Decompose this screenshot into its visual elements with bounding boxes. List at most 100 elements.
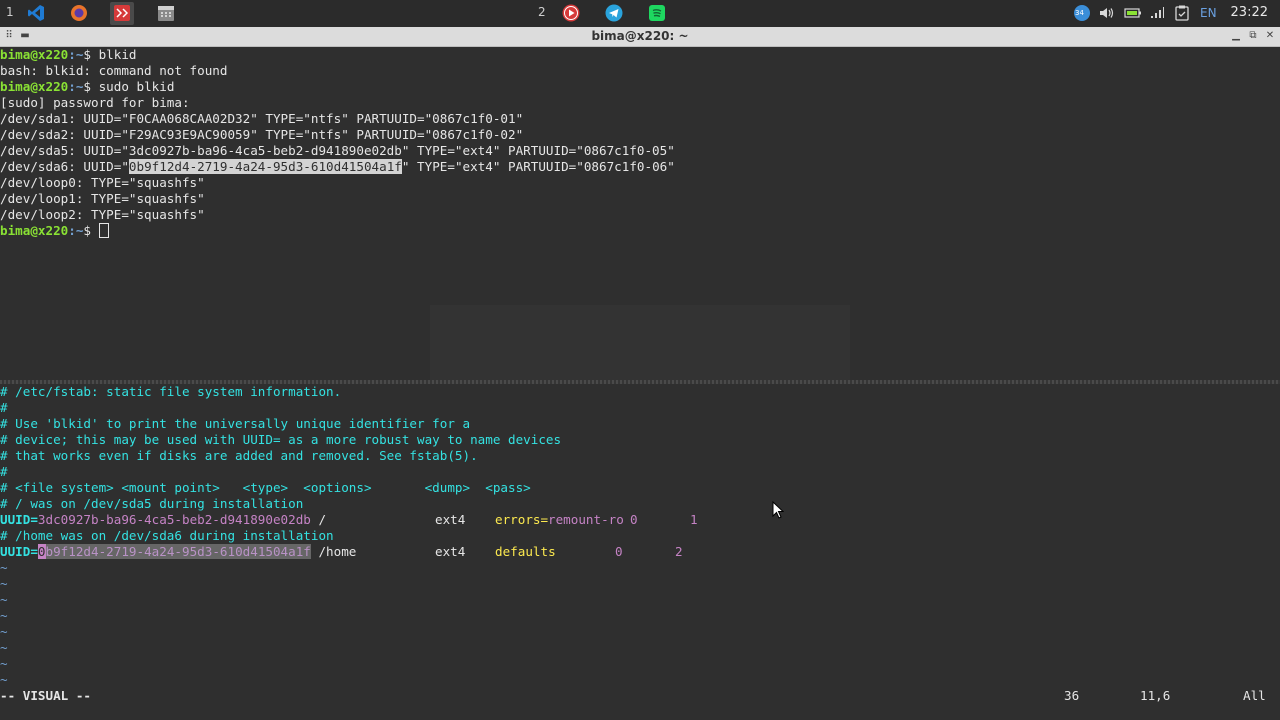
fstab-comment-line: # [0,400,8,415]
mouse-pointer-icon [772,501,784,519]
output-text: /dev/sda6: UUID=" [0,159,129,174]
fstab-comment-line: # device; this may be used with UUID= as… [0,432,562,447]
dump-value: 0 [615,544,623,559]
fs-type: ext4 [435,544,466,559]
workspace-1-label[interactable]: 1 [6,0,14,27]
firefox-icon [71,5,87,21]
terminal-app-launcher[interactable] [110,2,134,25]
terminal-command-line: bima@x220:~$ blkid [0,47,137,63]
dump-value: 0 [630,512,638,527]
update-badge-count: 34 [1075,9,1084,17]
terminal-output-line: /dev/sda2: UUID="F29AC93E9AC90059" TYPE=… [0,127,524,142]
update-notifier[interactable]: 34 [1072,4,1092,22]
terminal-output-line: /dev/sda1: UUID="F0CAA068CAA02D32" TYPE=… [0,111,524,126]
terminal-cursor [98,223,109,238]
fstab-comment-line: # /etc/fstab: static file system informa… [0,384,342,399]
selection-count: 36 [1064,688,1080,703]
terminal-pane[interactable]: bima@x220:~$ blkid bash: blkid: command n… [0,47,1280,380]
pass-value: 2 [675,544,683,559]
volume-control[interactable] [1098,4,1116,22]
empty-line-marker: ~ [0,576,8,591]
signal-icon [1151,7,1164,18]
workspace-2-label[interactable]: 2 [538,0,546,27]
battery-indicator[interactable] [1124,4,1142,22]
clipboard-icon [1175,5,1189,21]
fstab-comment-line: # Use 'blkid' to print the universally u… [0,416,471,431]
output-text: " TYPE="ext4" PARTUUID="0867c1f0-06" [401,159,675,174]
clipboard-indicator[interactable] [1174,4,1190,22]
spotify-icon [649,5,665,21]
terminal-output-line: /dev/loop2: TYPE="squashfs" [0,207,205,222]
fstab-comment-line: # [0,464,8,479]
empty-line-marker: ~ [0,592,8,607]
options-value: defaults [495,544,556,559]
vscode-launcher[interactable] [24,2,48,25]
vim-mode-indicator: -- VISUAL -- [0,688,91,703]
close-icon[interactable]: ✕ [1263,28,1277,44]
minimize-icon[interactable]: ▁ [1229,28,1243,44]
prompt-path: :~ [68,79,84,94]
prompt-path: :~ [68,47,84,62]
prompt-user: bima@x220 [0,223,69,238]
mount-point: /home [310,544,440,559]
empty-line-marker: ~ [0,608,8,623]
media-player-icon [562,4,580,22]
fstab-comment-home: # /home was on /dev/sda6 during installa… [0,528,334,543]
prompt-path: :~ [68,223,84,238]
telegram-launcher[interactable] [602,2,626,25]
command-text: $ blkid [83,47,137,62]
option-name: errors= [495,512,549,527]
prompt-user: bima@x220 [0,79,69,94]
background-overlay [430,305,850,380]
battery-icon [1124,8,1141,18]
fs-type: ext4 [435,512,466,527]
calendar-launcher[interactable] [154,2,178,25]
command-text: $ sudo blkid [83,79,175,94]
terminal-output-line: bash: blkid: command not found [0,63,228,78]
clock[interactable]: 23:22 [1231,0,1268,27]
empty-line-marker: ~ [0,560,8,575]
prompt-user: bima@x220 [0,47,69,62]
empty-line-marker: ~ [0,656,8,671]
spotify-launcher[interactable] [645,2,669,25]
window-title: bima@x220: ~ [591,29,689,43]
option-value: remount-ro [548,512,624,527]
keyboard-layout-indicator[interactable]: EN [1200,4,1217,22]
uuid-value: 3dc0927b-ba96-4ca5-beb2-d941890e02db [37,512,311,527]
scroll-position: All [1243,688,1266,703]
terminal-output-line: /dev/loop1: TYPE="squashfs" [0,191,205,206]
pass-value: 1 [690,512,698,527]
terminal-output-line: /dev/loop0: TYPE="squashfs" [0,175,205,190]
fstab-comment-line: # / was on /dev/sda5 during installation [0,496,304,511]
calendar-icon [158,6,174,21]
window-titlebar[interactable]: ⠿ ▬ bima@x220: ~ ▁ ⧉ ✕ [0,27,1280,47]
terminal-prompt: bima@x220:~$ [0,223,109,239]
taskbar: 1 2 34 EN 23:22 [0,0,1280,27]
network-indicator[interactable] [1149,4,1165,22]
command-text: $ [83,223,99,238]
uuid-key: UUID= [0,512,38,527]
editor-cursor: 0 [37,544,46,559]
fstab-comment-line: # that works even if disks are added and… [0,448,478,463]
cursor-position: 11,6 [1140,688,1171,703]
volume-icon [1100,8,1114,18]
fstab-entry-root[interactable]: UUID=3dc0927b-ba96-4ca5-beb2-d941890e02d… [0,512,698,528]
media-player-launcher[interactable] [559,2,583,25]
terminal-output-line: /dev/sda5: UUID="3dc0927b-ba96-4ca5-beb2… [0,143,675,158]
fstab-comment-line: # <file system> <mount point> <type> <op… [0,480,531,495]
terminal-output-line: /dev/sda6: UUID="0b9f12d4-2719-4a24-95d3… [0,159,675,175]
telegram-icon [605,4,623,22]
visual-selection: b9f12d4-2719-4a24-95d3-610d41504a1f [45,544,311,559]
fstab-entry-home[interactable]: UUID=0b9f12d4-2719-4a24-95d3-610d41504a1… [0,544,683,560]
mount-point: / [310,512,440,527]
restore-icon[interactable]: ⧉ [1246,28,1260,44]
vscode-icon [28,5,44,21]
terminal-command-line: bima@x220:~$ sudo blkid [0,79,174,95]
empty-line-marker: ~ [0,640,8,655]
uuid-key: UUID= [0,544,38,559]
empty-line-marker: ~ [0,624,8,639]
editor-pane[interactable]: # /etc/fstab: static file system informa… [0,384,1280,720]
firefox-launcher[interactable] [67,2,91,25]
selected-uuid[interactable]: 0b9f12d4-2719-4a24-95d3-610d41504a1f [128,159,402,174]
empty-line-marker: ~ [0,672,8,687]
